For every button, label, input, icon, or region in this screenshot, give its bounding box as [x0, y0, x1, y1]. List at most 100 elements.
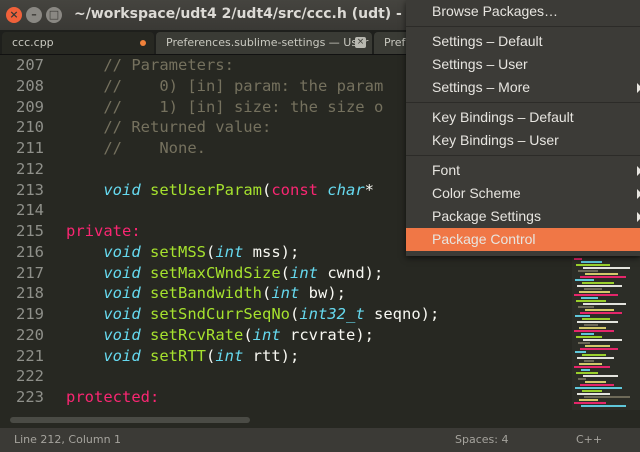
- cursor-position: Line 212, Column 1: [14, 433, 122, 446]
- minimap-line: [584, 288, 602, 290]
- menu-item-font[interactable]: Font: [406, 159, 640, 182]
- line-number: 210: [16, 118, 44, 137]
- code-text: private:: [66, 221, 141, 242]
- code-text: // Parameters:: [66, 55, 234, 76]
- minimap[interactable]: [572, 258, 640, 410]
- tab-ccc-cpp[interactable]: ccc.cpp: [2, 32, 154, 54]
- code-token: void: [103, 242, 141, 261]
- minimap-line: [579, 291, 610, 293]
- minimap-line: [585, 381, 606, 383]
- code-text: // 0) [in] param: the param: [66, 76, 383, 97]
- minimap-line: [578, 378, 586, 380]
- code-token: void: [103, 305, 141, 323]
- line-number: 218: [16, 284, 44, 303]
- line-number: 208: [16, 76, 44, 95]
- code-line[interactable]: 218 void setBandwidth(int bw);: [0, 283, 640, 304]
- menu-item-settings-default[interactable]: Settings – Default: [406, 30, 640, 53]
- indentation-setting[interactable]: Spaces: 4: [455, 428, 508, 452]
- code-token: seqno);: [364, 305, 440, 323]
- close-window-button[interactable]: ×: [6, 7, 22, 23]
- minimap-line: [582, 318, 610, 320]
- code-text: void setBandwidth(int bw);: [66, 283, 346, 304]
- minimap-line: [581, 333, 594, 335]
- minimap-line: [576, 264, 610, 266]
- minimap-line: [574, 258, 582, 260]
- menu-separator: [406, 102, 640, 103]
- line-number: 215: [16, 222, 44, 240]
- code-line[interactable]: 217 void setMaxCWndSize(int cwnd);: [0, 263, 640, 284]
- code-token: void: [103, 263, 141, 282]
- code-token: // None.: [66, 139, 206, 157]
- menu-item-label: Font: [432, 162, 461, 178]
- minimap-line: [576, 372, 598, 374]
- menu-item-color-scheme[interactable]: Color Scheme: [406, 182, 640, 205]
- tab-preferences-user[interactable]: Preferences.sublime-settings — User ×: [156, 32, 372, 54]
- menu-item-key-bindings-user[interactable]: Key Bindings – User: [406, 129, 640, 152]
- minimap-line: [576, 300, 606, 302]
- code-token: setRTT: [150, 346, 206, 365]
- minimap-line: [581, 369, 590, 371]
- minimize-window-button[interactable]: –: [26, 7, 42, 23]
- minimap-line: [582, 282, 614, 284]
- code-token: // Returned value:: [66, 118, 272, 137]
- syntax-setting[interactable]: C++: [576, 428, 602, 452]
- menu-item-key-bindings-default[interactable]: Key Bindings – Default: [406, 106, 640, 129]
- preferences-menu: Browse Packages… Settings – Default Settin…: [406, 0, 640, 256]
- minimap-line: [577, 285, 622, 287]
- line-number: 222: [16, 367, 44, 386]
- minimap-line: [580, 312, 622, 314]
- code-token: int: [290, 263, 318, 282]
- code-line[interactable]: 219 void setSndCurrSeqNo(int32_t seqno);: [0, 304, 640, 325]
- code-token: rtt);: [243, 346, 300, 365]
- minimap-line: [585, 273, 618, 275]
- horizontal-scrollbar[interactable]: [0, 414, 640, 426]
- line-number: 214: [16, 201, 44, 220]
- code-text: // None.: [66, 138, 206, 159]
- menu-item-label: Color Scheme: [432, 185, 521, 201]
- status-bar: Line 212, Column 1 Spaces: 4 C++: [0, 428, 640, 452]
- code-token: (: [206, 242, 216, 261]
- minimap-line: [575, 315, 590, 317]
- code-line[interactable]: 221 void setRTT(int rtt);: [0, 346, 640, 367]
- menu-item-settings-more[interactable]: Settings – More: [406, 76, 640, 99]
- scrollbar-thumb[interactable]: [10, 417, 250, 423]
- code-text: // Returned value:: [66, 117, 271, 138]
- menu-item-label: Package Control: [432, 231, 536, 247]
- menu-item-browse-packages[interactable]: Browse Packages…: [406, 0, 640, 23]
- maximize-window-button[interactable]: □: [46, 7, 62, 23]
- code-line[interactable]: 222: [0, 366, 640, 387]
- menu-item-label: Settings – Default: [432, 33, 543, 49]
- minimap-line: [576, 336, 602, 338]
- menu-item-label: Settings – User: [432, 56, 528, 72]
- code-token: int: [252, 325, 281, 344]
- menu-item-package-settings[interactable]: Package Settings: [406, 205, 640, 228]
- menu-item-package-control[interactable]: Package Control: [406, 228, 640, 251]
- menu-item-label: Key Bindings – User: [432, 132, 559, 148]
- minimap-line: [585, 309, 614, 311]
- close-tab-icon[interactable]: ×: [355, 37, 366, 48]
- code-line[interactable]: 223 protected:: [0, 387, 640, 408]
- code-token: (: [261, 284, 272, 303]
- minimap-line: [578, 306, 594, 308]
- modified-dot-icon: [140, 40, 146, 46]
- minimap-line: [582, 390, 602, 392]
- minimap-line: [577, 393, 610, 395]
- menu-item-settings-user[interactable]: Settings – User: [406, 53, 640, 76]
- line-number: 213: [16, 180, 44, 199]
- code-token: mss);: [243, 242, 300, 261]
- tab-label: ccc.cpp: [12, 36, 54, 49]
- minimap-line: [574, 330, 614, 332]
- code-line[interactable]: 220 void setRcvRate(int rcvrate);: [0, 325, 640, 346]
- code-token: const: [271, 180, 318, 199]
- minimap-line: [583, 303, 626, 305]
- code-text: void setUserParam(const char*: [66, 180, 374, 201]
- tab-label: Pref: [384, 36, 406, 49]
